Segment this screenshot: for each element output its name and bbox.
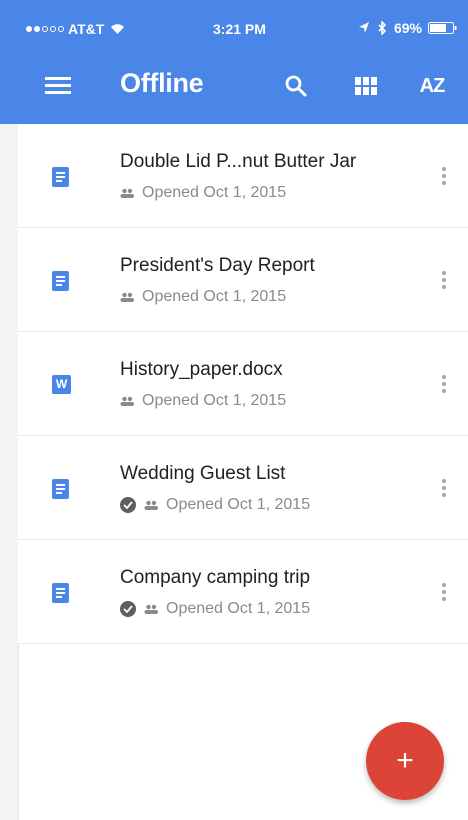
page-title: Offline [120, 68, 204, 98]
file-row[interactable]: Double Lid P...nut Butter Jar Opened Oct… [18, 124, 468, 228]
app-screen: AT&T 3:21 PM 69% Offline AZ Double Lid P… [0, 0, 468, 820]
file-meta: Opened Oct 1, 2015 [120, 184, 286, 202]
more-vert-icon [442, 476, 446, 500]
carrier-name: AT&T [68, 21, 105, 37]
doc-file-icon [52, 271, 69, 291]
more-vert-icon [442, 164, 446, 188]
more-options-button[interactable] [432, 264, 456, 296]
menu-button[interactable] [38, 70, 78, 100]
file-name: Wedding Guest List [120, 463, 286, 484]
shared-people-icon [144, 500, 158, 510]
file-meta: Opened Oct 1, 2015 [120, 496, 310, 514]
more-options-button[interactable] [432, 576, 456, 608]
shared-people-icon [120, 396, 134, 406]
file-list: Double Lid P...nut Butter Jar Opened Oct… [18, 124, 468, 644]
file-row[interactable]: Wedding Guest List Opened Oct 1, 2015 [18, 436, 468, 540]
doc-file-icon [52, 167, 69, 187]
more-vert-icon [442, 372, 446, 396]
add-button[interactable]: + [366, 722, 444, 800]
location-arrow-icon [358, 22, 369, 33]
app-bar: AT&T 3:21 PM 69% Offline AZ [0, 0, 468, 124]
grid-view-icon [355, 77, 377, 95]
opened-date: Opened Oct 1, 2015 [166, 496, 311, 513]
offline-check-icon [120, 601, 136, 617]
file-row[interactable]: W History_paper.docx Opened Oct 1, 2015 [18, 332, 468, 436]
status-bar: AT&T 3:21 PM 69% [0, 0, 468, 44]
add-icon: + [396, 744, 414, 777]
sort-az-icon: AZ [419, 74, 446, 97]
more-options-button[interactable] [432, 368, 456, 400]
file-name: President's Day Report [120, 255, 315, 276]
status-time: 3:21 PM [213, 21, 266, 37]
file-row[interactable]: President's Day Report Opened Oct 1, 201… [18, 228, 468, 332]
status-left: AT&T [26, 21, 125, 37]
opened-date: Opened Oct 1, 2015 [142, 184, 287, 201]
file-meta: Opened Oct 1, 2015 [120, 600, 310, 618]
search-icon [285, 75, 307, 97]
file-meta: Opened Oct 1, 2015 [120, 288, 286, 306]
shared-people-icon [120, 188, 134, 198]
shared-people-icon [120, 292, 134, 302]
doc-file-icon [52, 479, 69, 499]
sort-button[interactable]: AZ [412, 66, 452, 106]
file-name: History_paper.docx [120, 359, 283, 380]
more-vert-icon [442, 268, 446, 292]
shared-people-icon [144, 604, 158, 614]
more-options-button[interactable] [432, 160, 456, 192]
battery-icon [428, 22, 457, 34]
file-meta: Opened Oct 1, 2015 [120, 392, 286, 410]
file-name: Company camping trip [120, 567, 311, 588]
toolbar: Offline AZ [0, 50, 468, 120]
wifi-icon [111, 24, 125, 34]
battery-percentage: 69% [393, 20, 422, 36]
opened-date: Opened Oct 1, 2015 [166, 600, 311, 617]
doc-file-icon [52, 583, 69, 603]
file-name: Double Lid P...nut Butter Jar [120, 151, 357, 172]
file-row[interactable]: Company camping trip Opened Oct 1, 2015 [18, 540, 468, 644]
status-right: 69% [358, 20, 458, 36]
bluetooth-icon [378, 21, 387, 35]
more-options-button[interactable] [432, 472, 456, 504]
search-button[interactable] [276, 66, 316, 106]
opened-date: Opened Oct 1, 2015 [142, 288, 287, 305]
menu-icon [45, 77, 71, 94]
grid-view-button[interactable] [346, 66, 386, 106]
more-vert-icon [442, 580, 446, 604]
signal-strength-icon [26, 26, 64, 32]
offline-check-icon [120, 497, 136, 513]
word-file-icon: W [52, 375, 71, 394]
opened-date: Opened Oct 1, 2015 [142, 392, 287, 409]
